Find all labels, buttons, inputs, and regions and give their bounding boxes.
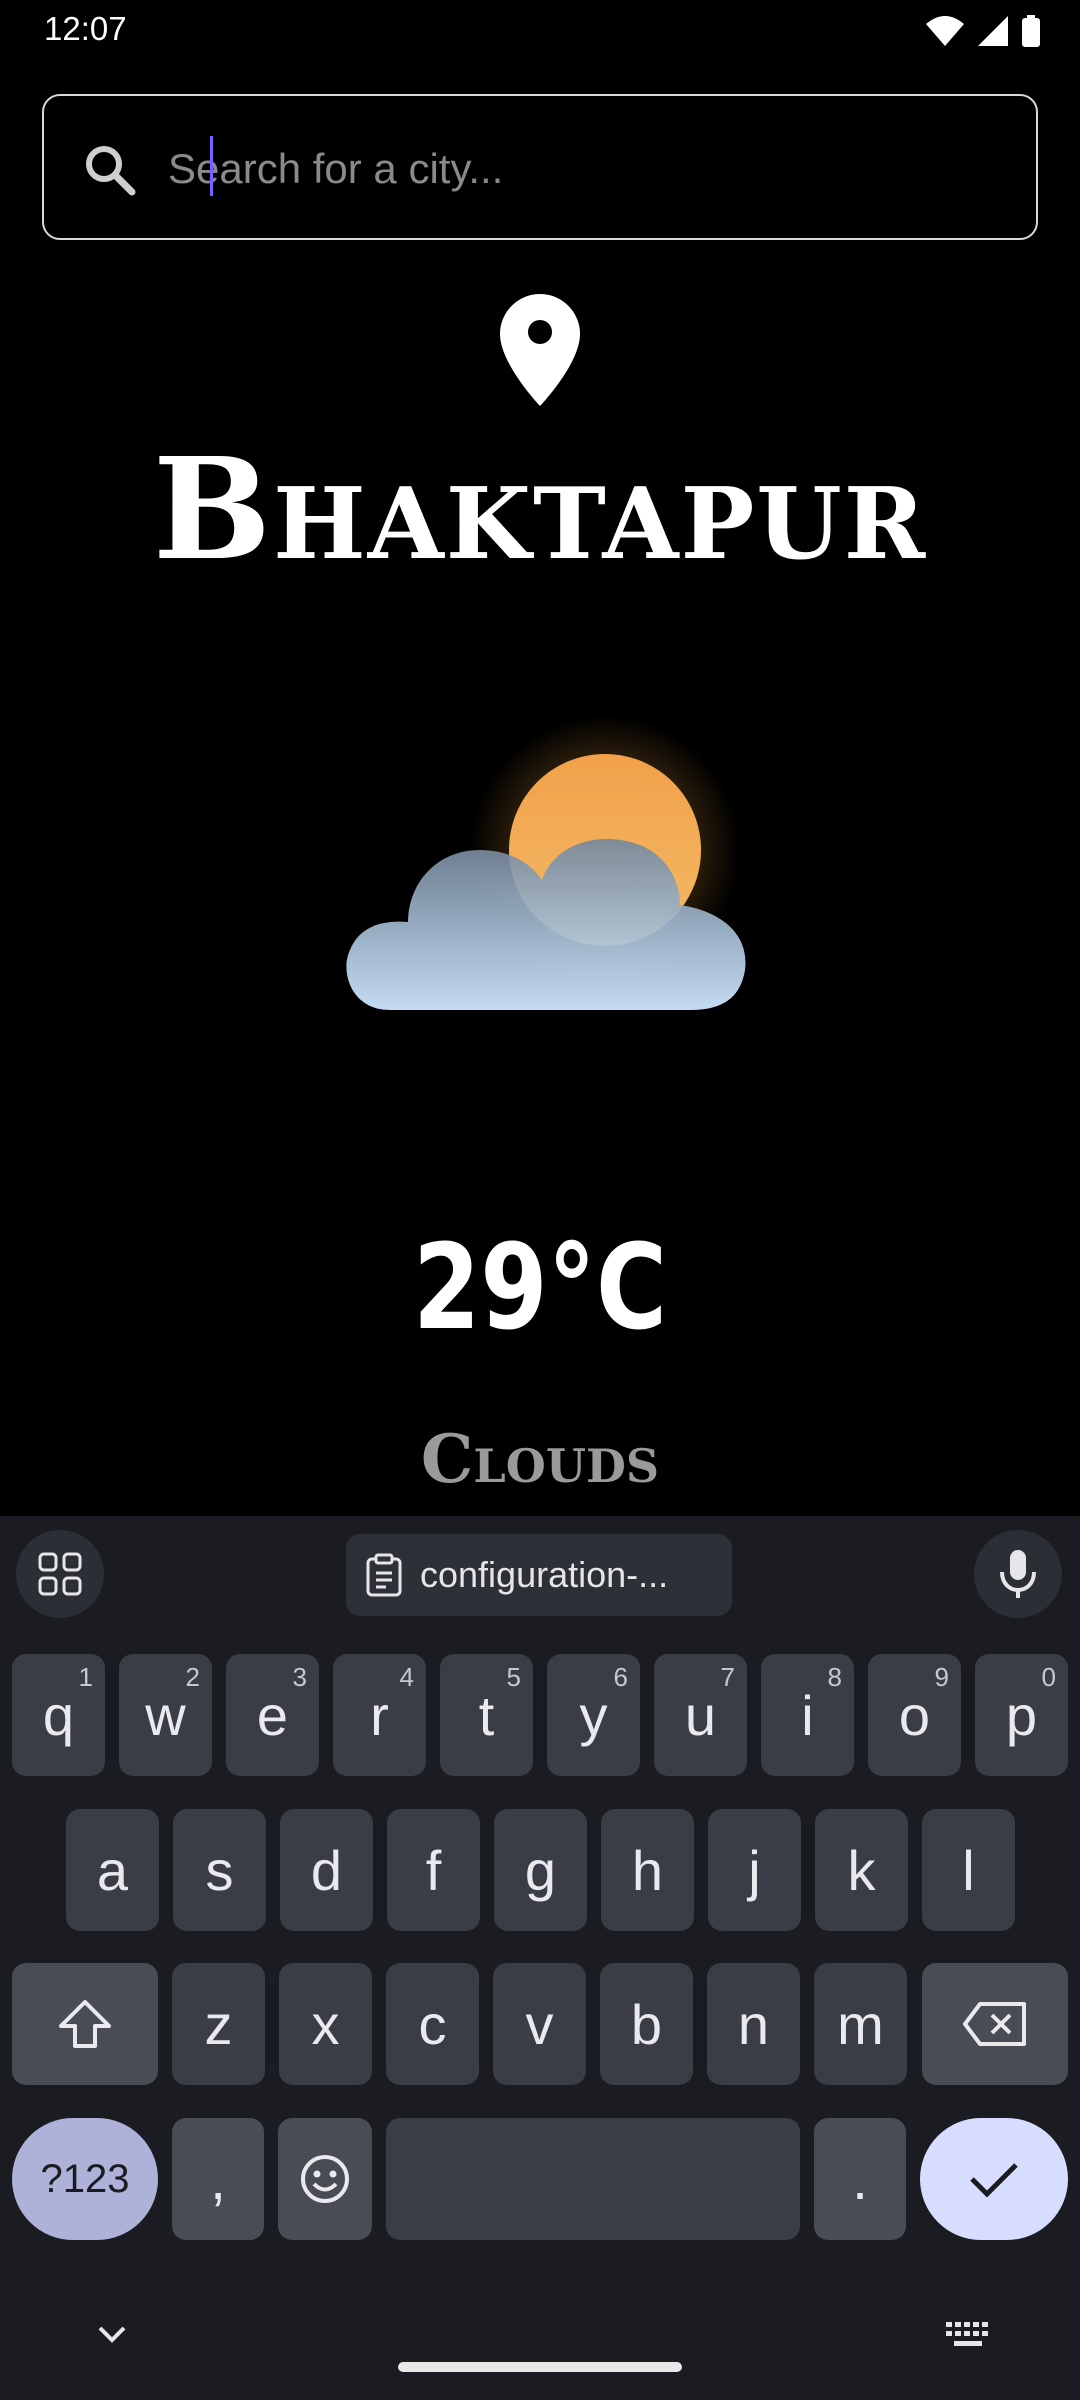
keyboard-apps-button[interactable] bbox=[16, 1530, 104, 1618]
key-i[interactable]: i8 bbox=[761, 1654, 854, 1776]
emoji-key[interactable] bbox=[278, 2118, 372, 2240]
key-k[interactable]: k bbox=[815, 1809, 908, 1931]
key-v[interactable]: v bbox=[493, 1963, 586, 2085]
search-icon bbox=[86, 146, 136, 196]
key-r[interactable]: r4 bbox=[333, 1654, 426, 1776]
emoji-icon bbox=[301, 2155, 349, 2203]
key-hint: 4 bbox=[399, 1662, 414, 1692]
key-label: y bbox=[579, 1683, 608, 1747]
status-icons bbox=[926, 14, 1040, 48]
microphone-icon bbox=[1000, 1550, 1036, 1598]
key-h[interactable]: h bbox=[601, 1809, 694, 1931]
key-c[interactable]: c bbox=[386, 1963, 479, 2085]
temperature: 29°C bbox=[412, 1218, 668, 1356]
key-z[interactable]: z bbox=[172, 1963, 265, 2085]
checkmark-icon bbox=[970, 2163, 1018, 2198]
keyboard-switch-icon[interactable] bbox=[946, 2322, 990, 2350]
shift-icon bbox=[59, 2000, 111, 2048]
clipboard-suggestion-text: configuration-... bbox=[420, 1554, 669, 1595]
symbols-key[interactable]: ?123 bbox=[12, 2118, 158, 2240]
key-n[interactable]: n bbox=[707, 1963, 800, 2085]
signal-icon bbox=[978, 16, 1008, 46]
key-hint: 9 bbox=[934, 1662, 949, 1692]
key-hint: 3 bbox=[292, 1662, 307, 1692]
city-search-input[interactable] bbox=[168, 124, 1008, 214]
shift-key[interactable] bbox=[12, 1963, 158, 2085]
key-label: w bbox=[145, 1683, 186, 1747]
key-y[interactable]: y6 bbox=[547, 1654, 640, 1776]
key-o[interactable]: o9 bbox=[868, 1654, 961, 1776]
weather-condition: Clouds bbox=[420, 1420, 660, 1498]
partly-cloudy-icon bbox=[346, 715, 746, 1010]
soft-keyboard: configuration-... q1w2e3r4t5y6u7i8o9p0 a… bbox=[0, 1516, 1080, 2400]
key-g[interactable]: g bbox=[494, 1809, 587, 1931]
voice-input-button[interactable] bbox=[974, 1530, 1062, 1618]
backspace-key[interactable] bbox=[922, 1963, 1068, 2085]
key-u[interactable]: u7 bbox=[654, 1654, 747, 1776]
key-hint: 6 bbox=[613, 1662, 628, 1692]
key-hint: 5 bbox=[506, 1662, 521, 1692]
clipboard-icon bbox=[366, 1553, 402, 1597]
key-label: q bbox=[42, 1683, 75, 1747]
key-label: e bbox=[256, 1683, 289, 1747]
key-w[interactable]: w2 bbox=[119, 1654, 212, 1776]
home-indicator[interactable] bbox=[398, 2362, 682, 2372]
key-hint: 1 bbox=[78, 1662, 93, 1692]
key-label: o bbox=[898, 1683, 931, 1747]
key-p[interactable]: p0 bbox=[975, 1654, 1068, 1776]
key-f[interactable]: f bbox=[387, 1809, 480, 1931]
key-hint: 0 bbox=[1041, 1662, 1056, 1692]
status-bar: 12:07 bbox=[0, 0, 1080, 62]
key-label: p bbox=[1005, 1683, 1038, 1747]
battery-icon bbox=[1022, 15, 1040, 47]
key-label: u bbox=[684, 1683, 717, 1747]
comma-key[interactable]: , bbox=[172, 2118, 264, 2240]
key-hint: 2 bbox=[185, 1662, 200, 1692]
space-key[interactable] bbox=[386, 2118, 800, 2240]
keyboard-toolbar: configuration-... bbox=[0, 1516, 1080, 1632]
text-caret bbox=[210, 136, 213, 196]
key-x[interactable]: x bbox=[279, 1963, 372, 2085]
key-s[interactable]: s bbox=[173, 1809, 266, 1931]
city-name: Bhaktapur bbox=[152, 428, 928, 592]
enter-key[interactable] bbox=[920, 2118, 1068, 2240]
period-key[interactable]: . bbox=[814, 2118, 906, 2240]
key-q[interactable]: q1 bbox=[12, 1654, 105, 1776]
key-label: r bbox=[370, 1683, 389, 1747]
key-e[interactable]: e3 bbox=[226, 1654, 319, 1776]
key-t[interactable]: t5 bbox=[440, 1654, 533, 1776]
hide-keyboard-icon[interactable] bbox=[94, 2316, 130, 2352]
key-label: i bbox=[801, 1683, 814, 1747]
key-j[interactable]: j bbox=[708, 1809, 801, 1931]
city-search-box[interactable] bbox=[42, 94, 1038, 240]
location-pin-icon bbox=[500, 294, 580, 406]
key-a[interactable]: a bbox=[66, 1809, 159, 1931]
key-label: t bbox=[478, 1683, 495, 1747]
key-d[interactable]: d bbox=[280, 1809, 373, 1931]
status-time: 12:07 bbox=[44, 10, 127, 47]
key-hint: 7 bbox=[720, 1662, 735, 1692]
wifi-icon bbox=[926, 16, 964, 46]
key-m[interactable]: m bbox=[814, 1963, 907, 2085]
backspace-icon bbox=[963, 2002, 1026, 2046]
key-b[interactable]: b bbox=[600, 1963, 693, 2085]
key-l[interactable]: l bbox=[922, 1809, 1015, 1931]
key-hint: 8 bbox=[827, 1662, 842, 1692]
grid-icon bbox=[38, 1552, 82, 1596]
clipboard-suggestion[interactable]: configuration-... bbox=[346, 1534, 732, 1616]
